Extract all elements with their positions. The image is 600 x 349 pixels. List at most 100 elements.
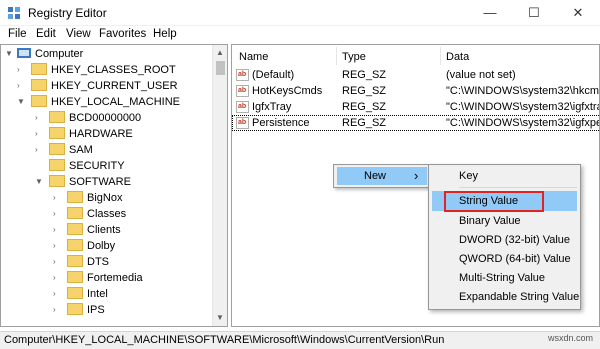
new-submenu: Key String Value Binary Value DWORD (32-…	[428, 164, 581, 310]
expand-icon[interactable]: ›	[53, 206, 63, 222]
folder-icon	[67, 271, 83, 284]
value-name: Persistence	[252, 117, 310, 129]
close-button[interactable]: ✕	[556, 0, 600, 26]
minimize-button[interactable]: —	[468, 0, 512, 26]
menu-item-dword-value[interactable]: DWORD (32-bit) Value	[459, 234, 570, 246]
expand-icon[interactable]: ›	[53, 270, 63, 286]
tree-item-computer[interactable]: ▼ Computer	[5, 46, 83, 62]
menu-view[interactable]: View	[66, 28, 91, 40]
value-name: HotKeysCmds	[252, 85, 323, 97]
folder-icon	[67, 255, 83, 268]
annotation-highlight-box	[444, 191, 544, 212]
string-value-icon: ab	[236, 85, 249, 97]
expand-icon[interactable]: ›	[35, 142, 45, 158]
string-value-icon: ab	[236, 101, 249, 113]
scroll-up-icon[interactable]: ▲	[216, 48, 224, 57]
folder-icon	[67, 223, 83, 236]
menu-item-expandable-string-value[interactable]: Expandable String Value	[459, 291, 579, 303]
folder-icon	[67, 207, 83, 220]
tree-item[interactable]: › Dolby	[53, 238, 115, 254]
value-data: "C:\WINDOWS\system32\hkcmd	[446, 85, 600, 97]
value-row[interactable]: ab (Default) REG_SZ (value not set)	[232, 67, 599, 83]
registry-tree[interactable]: ▼ Computer › HKEY_CLASSES_ROOT › HKEY_CURRE…	[0, 44, 228, 327]
scrollbar-thumb[interactable]	[216, 61, 225, 75]
expand-icon[interactable]: ›	[53, 254, 63, 270]
tree-item[interactable]: › BCD00000000	[35, 110, 141, 126]
tree-item[interactable]: › HARDWARE	[35, 126, 133, 142]
tree-scrollbar[interactable]: ▲ ▼	[212, 45, 227, 326]
maximize-button[interactable]: ☐	[512, 0, 556, 26]
tree-item[interactable]: › HKEY_CLASSES_ROOT	[17, 62, 176, 78]
expand-icon[interactable]: ›	[17, 78, 27, 94]
collapse-icon[interactable]: ▼	[35, 174, 45, 190]
tree-item[interactable]: › Intel	[53, 286, 108, 302]
folder-icon	[49, 175, 65, 188]
tree-item[interactable]: › Fortemedia	[53, 270, 143, 286]
context-menu: New ›	[333, 164, 431, 188]
menu-item-binary-value[interactable]: Binary Value	[459, 215, 521, 227]
folder-icon	[49, 127, 65, 140]
menu-favorites[interactable]: Favorites	[99, 28, 146, 40]
column-divider[interactable]	[440, 47, 441, 65]
value-type: REG_SZ	[342, 85, 387, 97]
folder-icon	[67, 239, 83, 252]
value-name: (Default)	[252, 69, 295, 81]
window-title: Registry Editor	[28, 6, 107, 20]
menu-help[interactable]: Help	[153, 28, 177, 40]
tree-item[interactable]: › DTS	[53, 254, 109, 270]
watermark: wsxdn.com	[548, 333, 594, 343]
title-bar: Registry Editor — ☐ ✕	[0, 0, 600, 26]
expand-icon[interactable]: ›	[35, 126, 45, 142]
menu-item-key[interactable]: Key	[459, 170, 478, 182]
menu-separator	[459, 187, 577, 188]
status-bar: Computer\HKEY_LOCAL_MACHINE\SOFTWARE\Mic…	[0, 331, 600, 349]
folder-icon	[49, 159, 65, 172]
expand-icon[interactable]: ›	[53, 222, 63, 238]
registry-editor-icon	[8, 7, 20, 19]
submenu-arrow-icon: ›	[414, 168, 419, 183]
value-data: "C:\WINDOWS\system32\igfxpers	[446, 117, 600, 129]
value-name: IgfxTray	[252, 101, 292, 113]
registry-path: Computer\HKEY_LOCAL_MACHINE\SOFTWARE\Mic…	[4, 334, 445, 346]
value-data: (value not set)	[446, 69, 516, 81]
folder-icon	[31, 63, 47, 76]
folder-icon	[67, 191, 83, 204]
computer-icon	[17, 48, 31, 59]
column-divider[interactable]	[336, 47, 337, 65]
tree-item[interactable]: SECURITY	[35, 158, 125, 174]
collapse-icon[interactable]: ▼	[17, 94, 27, 110]
value-row[interactable]: ab HotKeysCmds REG_SZ "C:\WINDOWS\system…	[232, 83, 600, 99]
column-header-type[interactable]: Type	[342, 51, 366, 63]
expand-icon[interactable]: ›	[53, 286, 63, 302]
expand-icon[interactable]: ›	[53, 190, 63, 206]
expand-icon[interactable]: ›	[53, 302, 63, 318]
folder-icon	[67, 303, 83, 316]
tree-item[interactable]: ▼ SOFTWARE	[35, 174, 131, 190]
folder-icon	[31, 79, 47, 92]
tree-item[interactable]: › BigNox	[53, 190, 122, 206]
tree-item[interactable]: › Clients	[53, 222, 121, 238]
collapse-icon[interactable]: ▼	[5, 46, 15, 62]
value-row-selected[interactable]: ab Persistence REG_SZ "C:\WINDOWS\system…	[232, 115, 600, 131]
menu-item-qword-value[interactable]: QWORD (64-bit) Value	[459, 253, 571, 265]
value-row[interactable]: ab IgfxTray REG_SZ "C:\WINDOWS\system32\…	[232, 99, 600, 115]
folder-icon	[49, 143, 65, 156]
menu-file[interactable]: File	[8, 28, 27, 40]
expand-icon[interactable]: ›	[17, 62, 27, 78]
value-type: REG_SZ	[342, 101, 387, 113]
menu-edit[interactable]: Edit	[36, 28, 56, 40]
folder-icon	[31, 95, 47, 108]
expand-icon[interactable]: ›	[53, 238, 63, 254]
scroll-down-icon[interactable]: ▼	[216, 313, 224, 322]
tree-item[interactable]: › IPS	[53, 302, 105, 318]
column-header-name[interactable]: Name	[239, 51, 268, 63]
tree-item[interactable]: › HKEY_CURRENT_USER	[17, 78, 178, 94]
tree-item[interactable]: › Classes	[53, 206, 126, 222]
tree-item[interactable]: ▼ HKEY_LOCAL_MACHINE	[17, 94, 180, 110]
menu-item-multi-string-value[interactable]: Multi-String Value	[459, 272, 545, 284]
expand-icon[interactable]: ›	[35, 110, 45, 126]
tree-item[interactable]: › SAM	[35, 142, 93, 158]
value-type: REG_SZ	[342, 69, 387, 81]
value-data: "C:\WINDOWS\system32\igfxtray	[446, 101, 600, 113]
column-header-data[interactable]: Data	[446, 51, 469, 63]
